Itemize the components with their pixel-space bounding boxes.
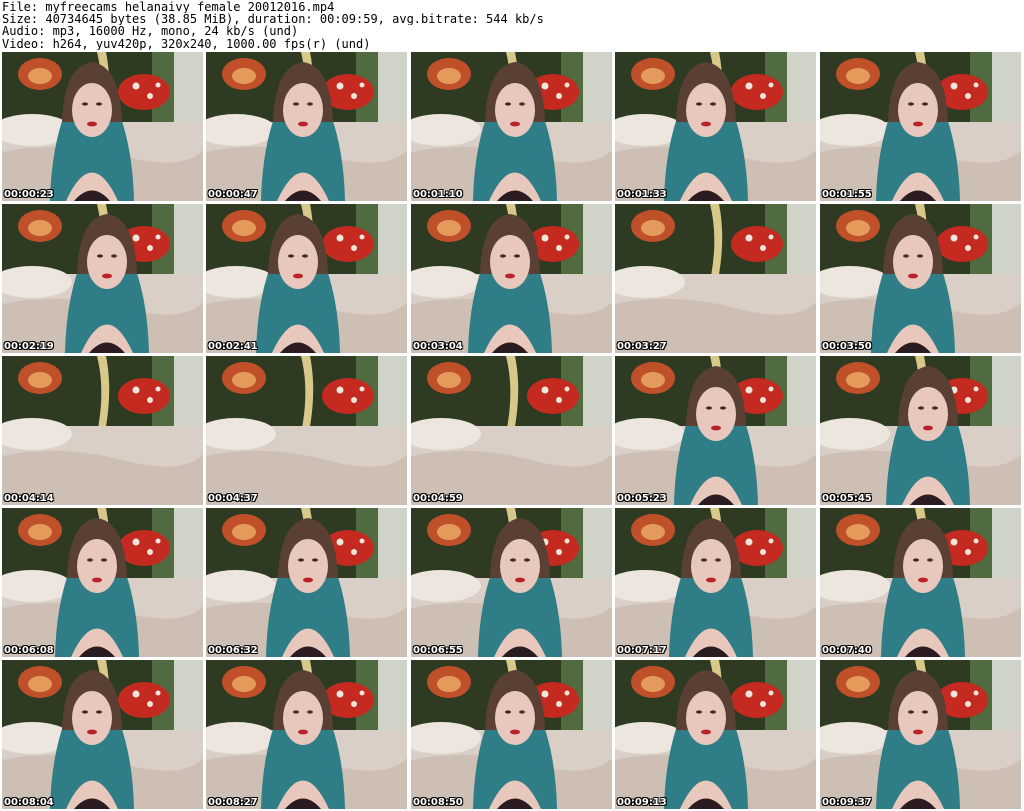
video-frame-thumbnail: 00:00:23 bbox=[2, 52, 203, 201]
frame-timestamp: 00:01:33 bbox=[617, 189, 667, 200]
video-frame-thumbnail: 00:01:55 bbox=[820, 52, 1021, 201]
thumbnail-grid: 00:00:23 00:00:47 00:01:10 00:01:33 00:01:55… bbox=[0, 52, 1024, 811]
video-frame-thumbnail: 00:00:47 bbox=[206, 52, 407, 201]
video-frame-thumbnail: 00:09:37 bbox=[820, 660, 1021, 809]
frame-timestamp: 00:08:04 bbox=[4, 797, 54, 808]
video-frame-thumbnail: 00:02:41 bbox=[206, 204, 407, 353]
frame-timestamp: 00:02:41 bbox=[208, 341, 258, 352]
frame-timestamp: 00:00:47 bbox=[208, 189, 258, 200]
frame-timestamp: 00:04:14 bbox=[4, 493, 54, 504]
video-frame-thumbnail: 00:07:40 bbox=[820, 508, 1021, 657]
video-frame-thumbnail: 00:06:32 bbox=[206, 508, 407, 657]
frame-timestamp: 00:06:55 bbox=[413, 645, 463, 656]
file-info-header: File: myfreecams_helanaivy_female_200120… bbox=[2, 1, 1020, 50]
frame-timestamp: 00:05:45 bbox=[822, 493, 872, 504]
frame-timestamp: 00:08:27 bbox=[208, 797, 258, 808]
frame-timestamp: 00:01:10 bbox=[413, 189, 463, 200]
frame-timestamp: 00:05:23 bbox=[617, 493, 667, 504]
video-frame-thumbnail: 00:01:33 bbox=[615, 52, 816, 201]
video-frame-thumbnail: 00:09:13 bbox=[615, 660, 816, 809]
video-frame-thumbnail: 00:04:37 bbox=[206, 356, 407, 505]
audio-info-line: Audio: mp3, 16000 Hz, mono, 24 kb/s (und… bbox=[2, 25, 299, 38]
frame-timestamp: 00:04:37 bbox=[208, 493, 258, 504]
size-duration-line: Size: 40734645 bytes (38.85 MiB), durati… bbox=[2, 13, 544, 26]
frame-timestamp: 00:01:55 bbox=[822, 189, 872, 200]
video-frame-thumbnail: 00:03:27 bbox=[615, 204, 816, 353]
frame-timestamp: 00:04:59 bbox=[413, 493, 463, 504]
video-info-line: Video: h264, yuv420p, 320x240, 1000.00 f… bbox=[2, 37, 371, 50]
video-frame-thumbnail: 00:08:04 bbox=[2, 660, 203, 809]
frame-timestamp: 00:03:50 bbox=[822, 341, 872, 352]
video-frame-thumbnail: 00:04:59 bbox=[411, 356, 612, 505]
video-frame-thumbnail: 00:02:19 bbox=[2, 204, 203, 353]
video-frame-thumbnail: 00:08:27 bbox=[206, 660, 407, 809]
video-frame-thumbnail: 00:06:08 bbox=[2, 508, 203, 657]
video-frame-thumbnail: 00:03:50 bbox=[820, 204, 1021, 353]
frame-timestamp: 00:03:27 bbox=[617, 341, 667, 352]
frame-timestamp: 00:03:04 bbox=[413, 341, 463, 352]
frame-timestamp: 00:00:23 bbox=[4, 189, 54, 200]
video-frame-thumbnail: 00:01:10 bbox=[411, 52, 612, 201]
frame-timestamp: 00:09:13 bbox=[617, 797, 667, 808]
frame-timestamp: 00:08:50 bbox=[413, 797, 463, 808]
frame-timestamp: 00:07:40 bbox=[822, 645, 872, 656]
video-frame-thumbnail: 00:08:50 bbox=[411, 660, 612, 809]
frame-timestamp: 00:06:08 bbox=[4, 645, 54, 656]
file-name-line: File: myfreecams_helanaivy_female_200120… bbox=[2, 1, 335, 14]
video-frame-thumbnail: 00:05:45 bbox=[820, 356, 1021, 505]
frame-timestamp: 00:07:17 bbox=[617, 645, 667, 656]
video-frame-thumbnail: 00:03:04 bbox=[411, 204, 612, 353]
frame-timestamp: 00:06:32 bbox=[208, 645, 258, 656]
frame-timestamp: 00:09:37 bbox=[822, 797, 872, 808]
video-frame-thumbnail: 00:06:55 bbox=[411, 508, 612, 657]
video-frame-thumbnail: 00:07:17 bbox=[615, 508, 816, 657]
video-frame-thumbnail: 00:05:23 bbox=[615, 356, 816, 505]
frame-timestamp: 00:02:19 bbox=[4, 341, 54, 352]
video-frame-thumbnail: 00:04:14 bbox=[2, 356, 203, 505]
